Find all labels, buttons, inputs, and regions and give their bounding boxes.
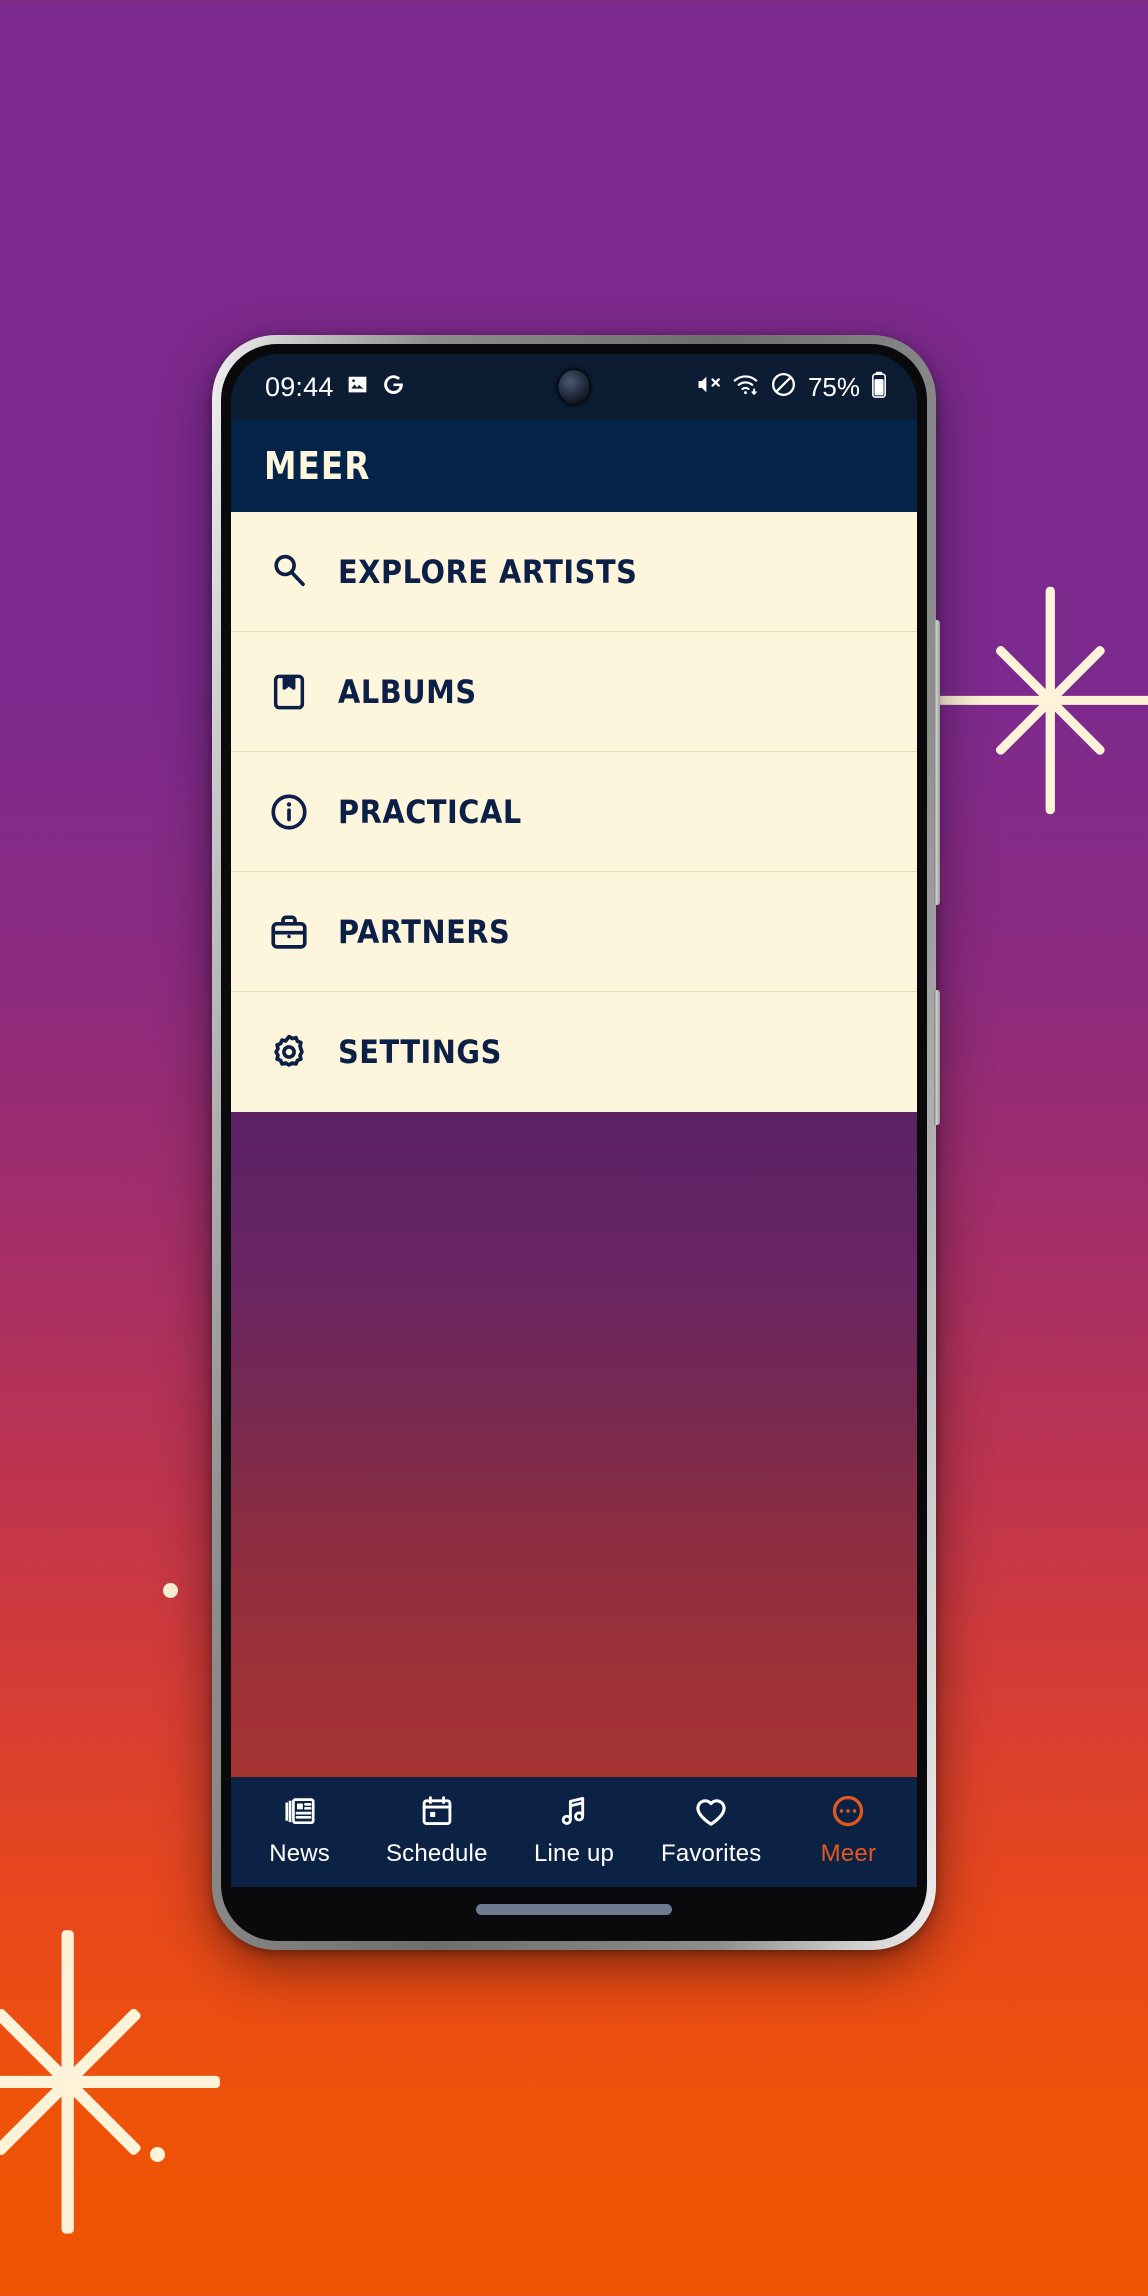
music-note-icon bbox=[556, 1791, 592, 1831]
status-bar-left: 09:44 bbox=[265, 372, 406, 403]
home-gesture-bar[interactable] bbox=[476, 1903, 672, 1915]
briefcase-icon bbox=[266, 909, 312, 955]
photo-icon bbox=[345, 372, 370, 402]
dot-left bbox=[162, 1582, 178, 1598]
heart-icon bbox=[692, 1791, 730, 1831]
menu-item-label: PRACTICAL bbox=[338, 792, 522, 831]
menu-item-label: SETTINGS bbox=[338, 1033, 502, 1071]
sparkle-right bbox=[932, 582, 1148, 818]
nav-item-meer[interactable]: Meer bbox=[780, 1791, 917, 1868]
newspaper-icon bbox=[282, 1791, 318, 1831]
status-time: 09:44 bbox=[265, 371, 334, 402]
nav-item-line-up[interactable]: Line up bbox=[505, 1791, 642, 1868]
nav-item-label: Favorites bbox=[660, 1840, 762, 1867]
menu-item-label: PARTNERS bbox=[338, 912, 511, 951]
nav-item-label: News bbox=[269, 1840, 330, 1867]
power-button[interactable] bbox=[934, 990, 940, 1125]
nav-item-schedule[interactable]: Schedule bbox=[368, 1791, 505, 1868]
menu-item-practical[interactable]: PRACTICAL bbox=[231, 752, 917, 872]
search-icon bbox=[266, 549, 312, 595]
battery-icon bbox=[871, 371, 887, 403]
menu-item-albums[interactable]: ALBUMS bbox=[231, 632, 917, 752]
book-bookmark-icon bbox=[266, 669, 312, 715]
gesture-bar-area bbox=[231, 1887, 917, 1931]
menu-list: EXPLORE ARTISTS ALBUMS PRACTICAL PARTNER… bbox=[231, 512, 917, 1112]
menu-item-partners[interactable]: PARTNERS bbox=[231, 872, 917, 992]
volume-mute-icon bbox=[694, 371, 721, 403]
status-bar-right: 75% bbox=[694, 354, 887, 420]
wifi-icon bbox=[732, 371, 759, 403]
menu-item-explore-artists[interactable]: EXPLORE ARTISTS bbox=[231, 512, 917, 632]
nav-item-label: Schedule bbox=[385, 1840, 488, 1867]
bottom-navigation: News Schedule Line up Favorites Meer bbox=[231, 1777, 917, 1887]
phone-mockup: 09:44 75% MEER EXPLORE ARTISTS ALBUMS PR… bbox=[212, 335, 940, 1950]
menu-item-label: EXPLORE ARTISTS bbox=[338, 552, 638, 591]
content-area bbox=[231, 1112, 917, 1777]
do-not-disturb-icon bbox=[770, 371, 797, 403]
phone-screen: 09:44 75% MEER EXPLORE ARTISTS ALBUMS PR… bbox=[231, 354, 917, 1931]
status-bar: 09:44 75% bbox=[231, 354, 917, 420]
app-header: MEER bbox=[231, 420, 917, 512]
info-circle-icon bbox=[266, 789, 312, 835]
google-g-icon bbox=[381, 372, 406, 402]
nav-item-label: Line up bbox=[533, 1840, 615, 1867]
dot-bottom bbox=[149, 2146, 165, 2162]
gear-icon bbox=[266, 1029, 312, 1075]
front-camera-punchhole bbox=[558, 370, 590, 404]
nav-item-news[interactable]: News bbox=[231, 1791, 368, 1868]
battery-percent: 75% bbox=[807, 371, 860, 402]
page-title: MEER bbox=[264, 444, 371, 488]
sparkle-bottom-left bbox=[0, 1924, 226, 2240]
volume-button[interactable] bbox=[934, 620, 940, 905]
menu-item-settings[interactable]: SETTINGS bbox=[231, 992, 917, 1112]
calendar-icon bbox=[419, 1791, 455, 1831]
nav-item-label: Meer bbox=[820, 1840, 877, 1867]
menu-item-label: ALBUMS bbox=[338, 672, 477, 711]
nav-item-favorites[interactable]: Favorites bbox=[643, 1791, 780, 1868]
more-dots-circle-icon bbox=[830, 1791, 866, 1831]
